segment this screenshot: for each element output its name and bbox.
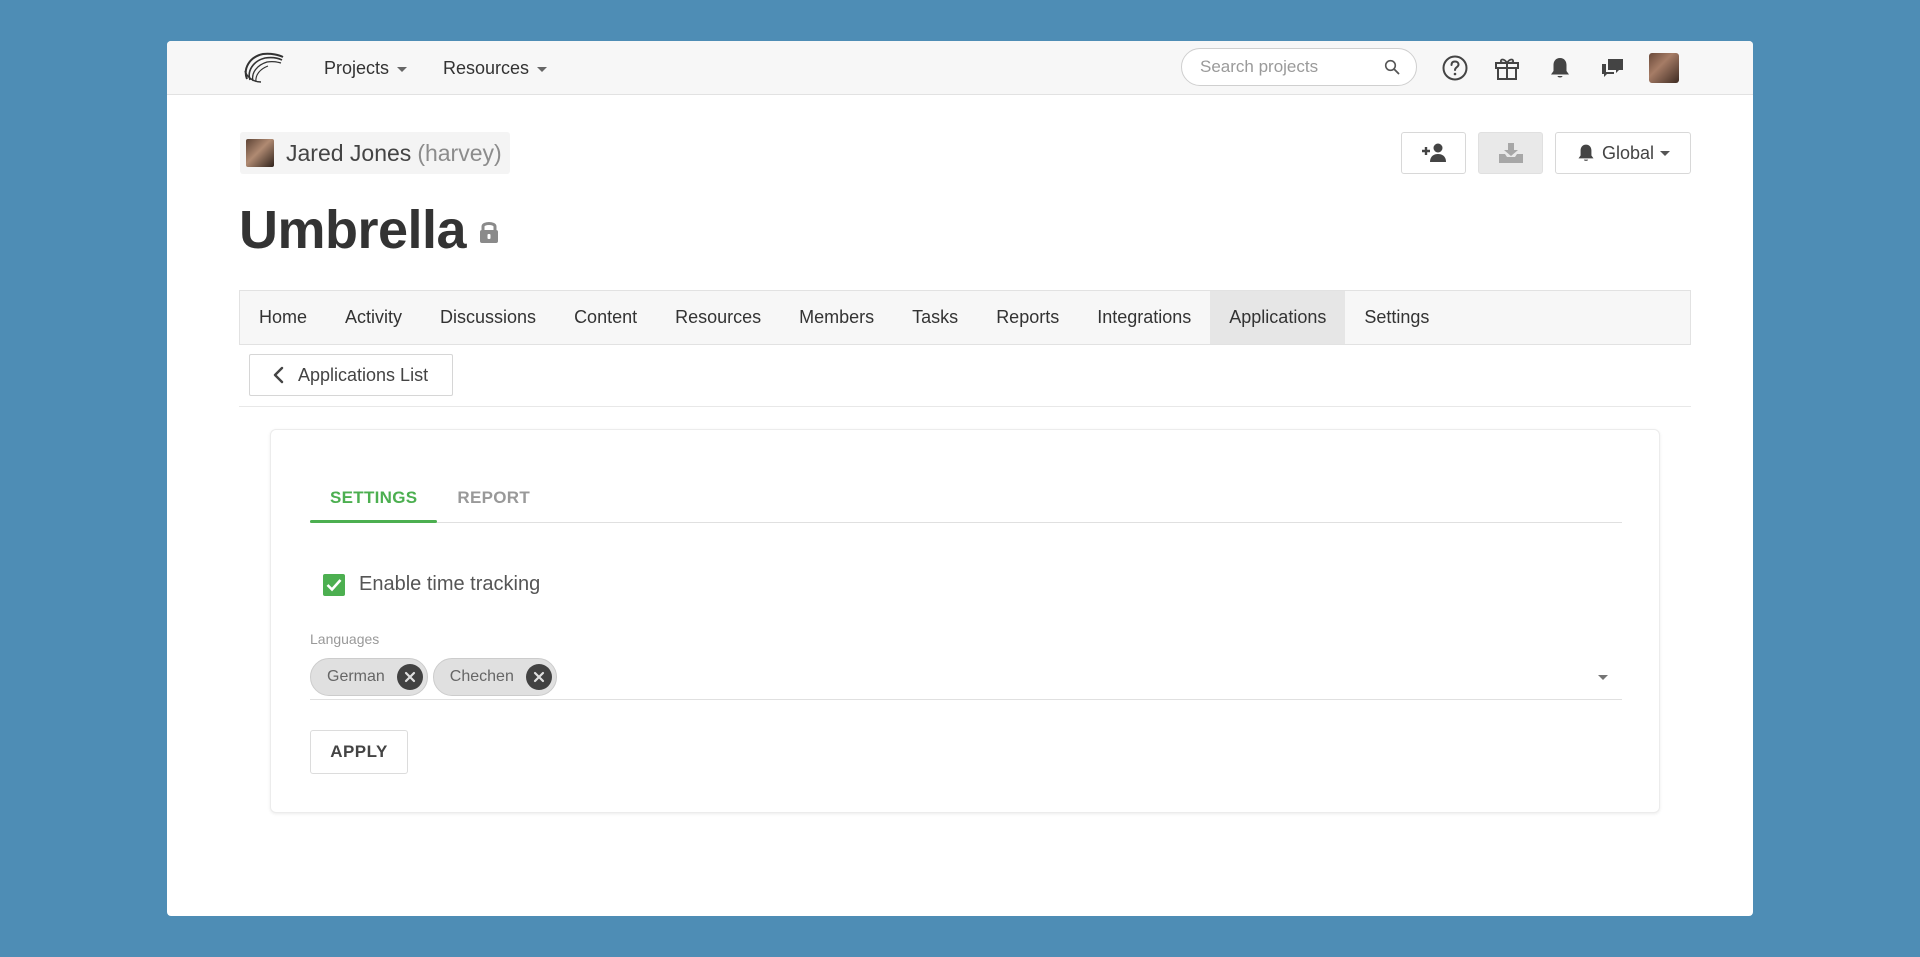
add-member-button[interactable] [1401,132,1466,174]
tab-activity[interactable]: Activity [326,291,421,344]
tab-applications[interactable]: Applications [1210,291,1346,344]
app-settings-card: SETTINGS REPORT Enable time tracking Lan… [270,429,1660,813]
caret-down-icon [1660,150,1671,156]
applications-list-button[interactable]: Applications List [249,354,453,396]
tab-discussions[interactable]: Discussions [421,291,555,344]
languages-select[interactable]: German Chechen [310,655,1622,700]
notification-level-dropdown[interactable]: Global [1555,132,1691,174]
tab-label: Resources [675,307,762,327]
tab-members[interactable]: Members [780,291,893,344]
enable-time-tracking-label: Enable time tracking [359,573,541,595]
logo-icon[interactable] [241,49,285,85]
project-title: Umbrella [239,199,500,261]
tab-label: Tasks [912,307,959,327]
project-title-text: Umbrella [239,200,467,260]
help-icon[interactable] [1440,53,1470,83]
project-owner[interactable]: Jared Jones (harvey) [240,132,510,174]
tab-label: SETTINGS [330,488,418,507]
resources-menu[interactable]: Resources [443,41,548,95]
language-chip-label: German [327,668,385,685]
tab-resources[interactable]: Resources [656,291,780,344]
checkbox-checked-icon[interactable] [323,573,345,596]
tab-reports[interactable]: Reports [977,291,1078,344]
owner-name: Jared Jones [286,139,412,166]
tab-label: Home [259,307,308,327]
projects-menu-label: Projects [324,57,390,78]
tab-label: Settings [1364,307,1430,327]
owner-handle: (harvey) [417,139,502,166]
notification-level-label: Global [1601,142,1655,163]
tab-label: Members [799,307,875,327]
export-button[interactable] [1478,132,1543,174]
bell-icon [1578,144,1594,161]
search-box [1181,48,1417,86]
resources-menu-label: Resources [443,57,530,78]
tab-integrations[interactable]: Integrations [1078,291,1210,344]
caret-down-icon [397,66,408,72]
tab-label: REPORT [457,488,531,507]
user-avatar[interactable] [1649,53,1679,83]
language-chip: German [310,658,428,696]
project-tabs: Home Activity Discussions Content Resour… [239,290,1691,345]
applications-list-label: Applications List [298,364,429,385]
languages-label: Languages [310,631,380,647]
remove-chip-icon[interactable] [396,664,423,690]
search-icon[interactable] [1384,59,1400,75]
download-icon [1498,143,1523,163]
caret-down-icon [537,66,548,72]
apply-button[interactable]: APPLY [310,730,408,774]
tab-label: Activity [345,307,403,327]
remove-chip-icon[interactable] [525,664,552,690]
app-tabs: SETTINGS REPORT [310,474,1622,523]
app-window: Projects Resources Search projects Jared… [167,41,1753,916]
enable-time-tracking-checkbox[interactable]: Enable time tracking [323,573,540,596]
tab-home[interactable]: Home [240,291,326,344]
tab-tasks[interactable]: Tasks [893,291,977,344]
language-chip: Chechen [432,658,557,696]
language-chip-label: Chechen [449,668,514,685]
gift-icon[interactable] [1492,53,1522,83]
lock-icon [480,222,499,243]
owner-avatar [246,139,274,167]
tab-settings[interactable]: Settings [1345,291,1448,344]
tab-label: Discussions [440,307,537,327]
chevron-left-icon [273,366,284,384]
dropdown-arrow-icon[interactable] [1598,674,1608,680]
tab-app-report[interactable]: REPORT [437,474,550,522]
divider [239,406,1691,407]
tab-label: Applications [1229,307,1327,327]
chat-icon[interactable] [1598,53,1628,83]
projects-menu[interactable]: Projects [324,41,408,95]
tab-label: Integrations [1097,307,1192,327]
tab-label: Content [574,307,638,327]
add-user-icon [1421,143,1446,162]
tab-content[interactable]: Content [555,291,656,344]
top-navbar: Projects Resources [167,41,1753,95]
search-input[interactable] [1200,57,1380,77]
tab-app-settings[interactable]: SETTINGS [310,474,438,523]
tab-label: Reports [996,307,1060,327]
bell-icon[interactable] [1545,53,1575,83]
